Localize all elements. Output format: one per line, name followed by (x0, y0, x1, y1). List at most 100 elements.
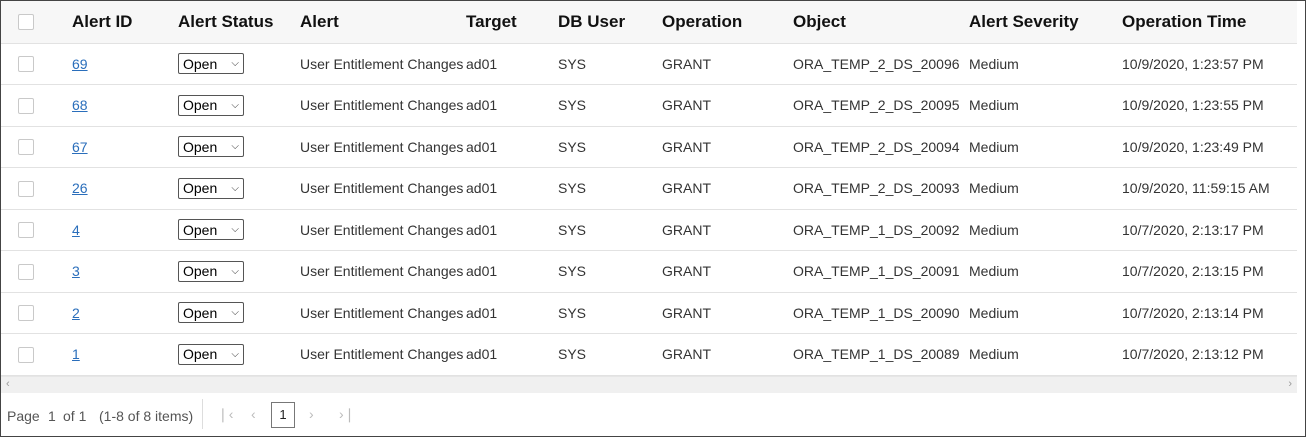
first-page-icon[interactable]: ❘‹ (217, 406, 233, 423)
table-header-row: Alert ID Alert Status Alert Target DB Us… (1, 1, 1297, 44)
severity-value: Medium (969, 263, 1019, 280)
page-label: Page (7, 408, 40, 424)
alert-status-select[interactable]: Open ⌵ (178, 94, 244, 116)
header-alert-status[interactable]: Alert Status (160, 1, 279, 44)
target-value: ad01 (466, 346, 498, 363)
object-value: ORA_TEMP_1_DS_20089 (793, 346, 960, 363)
severity-value: Medium (969, 55, 1019, 72)
row-checkbox[interactable] (18, 346, 34, 363)
items-range-text: (1-8 of 8 items) (99, 408, 194, 424)
db-user-value: SYS (558, 55, 587, 72)
alert-status-select[interactable]: Open ⌵ (178, 177, 244, 199)
table-row[interactable]: 68 Open ⌵ User Entitlement Changes ad01 SYS GR… (1, 84, 1297, 127)
operation-time-value: 10/7/2020, 2:13:14 PM (1122, 304, 1264, 321)
alert-id-link[interactable]: 4 (72, 222, 80, 238)
db-user-value: SYS (558, 304, 587, 321)
alert-id-link[interactable]: 2 (72, 305, 80, 321)
db-user-value: SYS (558, 97, 587, 114)
alert-id-link[interactable]: 69 (72, 56, 88, 72)
alert-name: User Entitlement Changes (300, 97, 464, 114)
db-user-value: SYS (558, 263, 587, 280)
target-value: ad01 (466, 138, 498, 155)
operation-time-value: 10/7/2020, 2:13:15 PM (1122, 263, 1264, 280)
header-operation-time[interactable]: Operation Time (1105, 1, 1297, 44)
header-alert[interactable]: Alert (279, 1, 460, 44)
chevron-down-icon: ⌵ (231, 224, 239, 236)
object-value: ORA_TEMP_1_DS_20092 (793, 221, 960, 238)
table-row[interactable]: 26 Open ⌵ User Entitlement Changes ad01 SYS GR… (1, 167, 1297, 210)
alert-id-link[interactable]: 68 (72, 97, 88, 113)
row-checkbox[interactable] (18, 139, 34, 156)
next-page-icon[interactable]: › (309, 406, 314, 422)
alert-status-value: Open (183, 55, 218, 72)
header-operation[interactable]: Operation (656, 1, 775, 44)
alert-name: User Entitlement Changes (300, 221, 464, 238)
alert-name: User Entitlement Changes (300, 263, 464, 280)
pagination-bar: Page 1 of 1 (1-8 of 8 items) ❘‹ ‹ 1 › ›❘ (1, 393, 1297, 437)
chevron-down-icon: ⌵ (231, 182, 239, 194)
db-user-value: SYS (558, 180, 587, 197)
table-row[interactable]: 2 Open ⌵ User Entitlement Changes ad01 SYS GRA… (1, 292, 1297, 334)
alert-status-select[interactable]: Open ⌵ (178, 302, 244, 324)
severity-value: Medium (969, 180, 1019, 197)
alert-status-value: Open (183, 97, 218, 114)
table-row[interactable]: 1 Open ⌵ User Entitlement Changes ad01 SYS GRA… (1, 333, 1297, 376)
alert-name: User Entitlement Changes (300, 346, 464, 363)
target-value: ad01 (466, 263, 498, 280)
alert-status-select[interactable]: Open ⌵ (178, 343, 244, 365)
alert-name: User Entitlement Changes (300, 304, 464, 321)
pager-divider (202, 399, 203, 429)
operation-value: GRANT (662, 97, 711, 114)
alert-status-select[interactable]: Open ⌵ (178, 260, 244, 282)
row-checkbox[interactable] (18, 97, 34, 114)
row-checkbox[interactable] (18, 56, 34, 73)
alert-status-value: Open (183, 138, 218, 155)
row-checkbox[interactable] (18, 263, 34, 280)
db-user-value: SYS (558, 221, 587, 238)
chevron-down-icon: ⌵ (231, 307, 239, 319)
operation-time-value: 10/9/2020, 11:59:15 AM (1122, 180, 1270, 197)
row-checkbox[interactable] (18, 305, 34, 322)
header-target[interactable]: Target (460, 1, 553, 44)
target-value: ad01 (466, 180, 498, 197)
header-db-user[interactable]: DB User (553, 1, 656, 44)
row-checkbox[interactable] (18, 180, 34, 197)
object-value: ORA_TEMP_2_DS_20096 (793, 55, 960, 72)
alert-id-link[interactable]: 67 (72, 139, 88, 155)
scroll-right-icon[interactable]: › (1288, 378, 1292, 390)
severity-value: Medium (969, 346, 1019, 363)
operation-value: GRANT (662, 263, 711, 280)
alert-status-value: Open (183, 304, 218, 321)
prev-page-icon[interactable]: ‹ (251, 406, 256, 422)
select-all-checkbox[interactable] (18, 14, 34, 31)
operation-value: GRANT (662, 138, 711, 155)
alert-status-select[interactable]: Open ⌵ (178, 219, 244, 241)
alert-id-link[interactable]: 26 (72, 180, 88, 196)
alert-status-select[interactable]: Open ⌵ (178, 53, 244, 75)
table-row[interactable]: 67 Open ⌵ User Entitlement Changes ad01 SYS GR… (1, 126, 1297, 168)
header-object[interactable]: Object (775, 1, 959, 44)
target-value: ad01 (466, 55, 498, 72)
alert-id-link[interactable]: 1 (72, 346, 80, 362)
header-alert-severity[interactable]: Alert Severity (959, 1, 1105, 44)
db-user-value: SYS (558, 346, 587, 363)
target-value: ad01 (466, 304, 498, 321)
table-row[interactable]: 4 Open ⌵ User Entitlement Changes ad01 SYS GRA… (1, 209, 1297, 251)
table-row[interactable]: 69 Open ⌵ User Entitlement Changes ad01 SYS GR… (1, 43, 1297, 85)
target-value: ad01 (466, 221, 498, 238)
alert-status-select[interactable]: Open ⌵ (178, 136, 244, 158)
horizontal-scrollbar[interactable]: ‹ › (1, 376, 1297, 393)
alert-name: User Entitlement Changes (300, 180, 464, 197)
header-alert-id[interactable]: Alert ID (57, 1, 160, 44)
scroll-left-icon[interactable]: ‹ (6, 378, 10, 390)
object-value: ORA_TEMP_2_DS_20093 (793, 180, 960, 197)
operation-time-value: 10/7/2020, 2:13:12 PM (1122, 346, 1264, 363)
alert-status-value: Open (183, 221, 218, 238)
object-value: ORA_TEMP_1_DS_20091 (793, 263, 960, 280)
page-number-button[interactable]: 1 (271, 402, 295, 428)
last-page-icon[interactable]: ›❘ (339, 406, 355, 423)
operation-value: GRANT (662, 180, 711, 197)
row-checkbox[interactable] (18, 222, 34, 239)
alert-id-link[interactable]: 3 (72, 263, 80, 279)
table-row[interactable]: 3 Open ⌵ User Entitlement Changes ad01 SYS GRA… (1, 250, 1297, 293)
